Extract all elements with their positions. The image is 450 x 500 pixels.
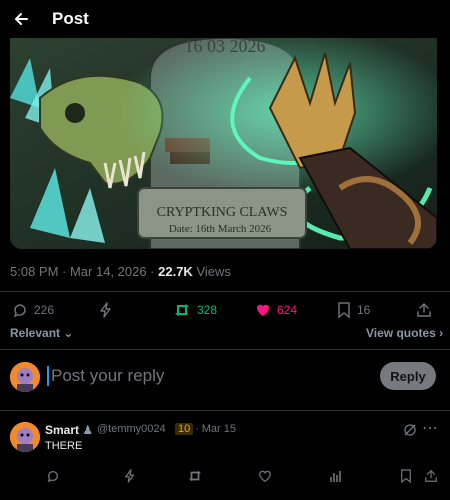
views-label: Views [192,264,231,279]
bookmark-icon [337,302,351,318]
bookmark-action[interactable]: 16 [337,300,370,320]
share-icon[interactable] [423,468,439,484]
avatar[interactable] [10,422,40,452]
avatar[interactable] [10,362,40,392]
bookmark-count: 16 [357,303,371,317]
reply-action[interactable]: 226 [12,300,54,320]
post-meta: 5:08 PM · Mar 14, 2026 · 22.7K Views [10,264,231,279]
comment-icon[interactable] [45,468,61,484]
share-icon [416,302,432,318]
reply-button[interactable]: Reply [380,362,436,390]
analytics-icon[interactable] [328,468,344,484]
repost-action[interactable]: 328 [173,300,217,320]
sort-relevant[interactable]: Relevant ⌄ [10,326,73,340]
chevron-down-icon: ⌄ [60,326,74,340]
like-count: 624 [277,303,298,317]
back-arrow-icon[interactable] [8,6,34,32]
repost-count: 328 [197,303,218,317]
repost-icon [173,302,191,318]
reply-input[interactable]: Post your reply [47,364,367,388]
divider [0,410,450,411]
like-action[interactable]: 624 [255,300,297,320]
reply-text: THERE [45,440,83,452]
plaque-date-text: Date: 16th March 2026 [169,223,272,235]
chevron-right-icon: › [435,326,444,340]
more-options-icon[interactable]: ⋯ [422,418,438,438]
plaque-title-text: CRYPTKING CLAWS [157,205,288,220]
page-title: Post [52,9,89,28]
chess-pawn-icon: ♟ [82,423,94,437]
reply-date[interactable]: · Mar 15 [195,423,236,435]
share-action[interactable] [416,300,432,320]
reply-count: 226 [34,303,55,317]
level-badge: 10 [175,423,194,435]
heart-icon [255,302,271,318]
reply-author-handle[interactable]: @temmy0024 [97,423,166,435]
grok-icon[interactable] [402,422,418,438]
post-image[interactable]: 16 03 2026 CRYPTKING CLAWS Date: 16th Ma… [10,38,437,249]
bookmark-icon[interactable] [398,468,414,484]
divider [0,291,450,292]
heart-icon[interactable] [257,468,273,484]
post-timestamp: 5:08 PM · Mar 14, 2026 · [10,264,159,279]
lightning-icon[interactable] [122,468,138,484]
text-caret [47,366,49,386]
comment-icon [12,302,28,318]
lightning-icon [98,302,114,318]
views-count: 22.7K [158,264,193,279]
grok-action[interactable] [98,300,114,320]
divider [0,349,450,350]
stone-date-text: 16 03 2026 [185,38,266,56]
view-quotes-link[interactable]: View quotes › [366,326,443,340]
reply-author-name[interactable]: Smart ♟ [45,423,93,437]
repost-icon[interactable] [186,468,204,484]
